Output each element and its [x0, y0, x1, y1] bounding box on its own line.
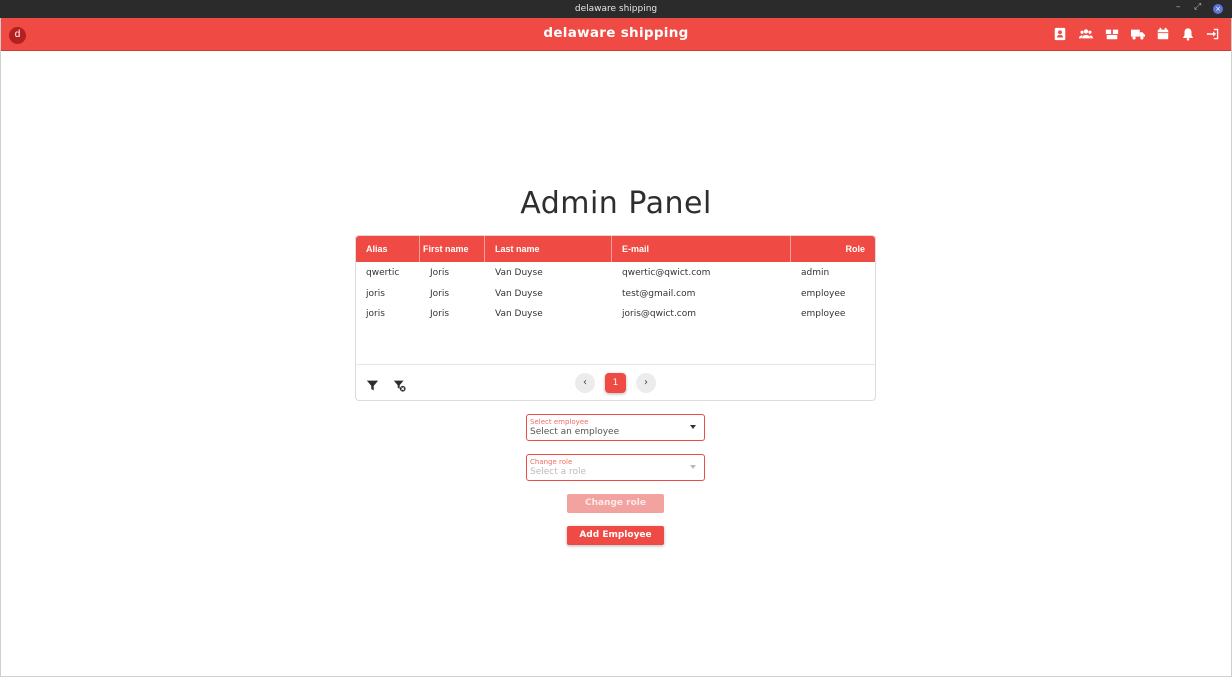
app-header: d delaware shipping: [0, 18, 1232, 51]
column-header-last-name[interactable]: Last name: [485, 236, 612, 262]
close-icon[interactable]: ×: [1213, 4, 1223, 14]
column-header-role[interactable]: Role: [791, 236, 875, 262]
cell-last-name: Van Duyse: [495, 289, 543, 299]
truck-icon[interactable]: [1130, 26, 1146, 42]
cell-email: qwertic@qwict.com: [622, 268, 711, 278]
cell-first-name: Joris: [430, 289, 450, 299]
window-title: delaware shipping: [574, 4, 658, 14]
cell-first-name: Joris: [430, 309, 450, 319]
maximize-icon[interactable]: ⤢: [1194, 2, 1201, 12]
add-employee-button[interactable]: Add Employee: [567, 526, 664, 545]
cell-email: joris@qwict.com: [622, 309, 697, 319]
column-header-first-name[interactable]: First name: [420, 236, 485, 262]
cell-last-name: Van Duyse: [495, 268, 543, 278]
calendar-icon[interactable]: [1155, 26, 1171, 42]
users-icon[interactable]: [1078, 26, 1094, 42]
bell-icon[interactable]: [1180, 26, 1196, 42]
filter-icon[interactable]: [366, 377, 380, 391]
role-select-label: Change role: [530, 458, 573, 466]
employee-select-value: Select an employee: [530, 427, 620, 437]
role-select[interactable]: Change role Select a role: [526, 454, 705, 481]
change-role-button[interactable]: Change role: [567, 494, 664, 513]
page-1-button[interactable]: 1: [605, 373, 626, 393]
page-title: Admin Panel: [520, 186, 712, 221]
cell-role: admin: [801, 268, 830, 278]
previous-page-button[interactable]: ‹: [575, 373, 595, 393]
employees-table: Alias First name Last name E-mail Role q…: [355, 235, 876, 401]
minimize-icon[interactable]: –: [1176, 2, 1181, 12]
cell-last-name: Van Duyse: [495, 309, 543, 319]
column-header-email[interactable]: E-mail: [612, 236, 791, 262]
table-row[interactable]: qwertic Joris Van Duyse qwertic@qwict.co…: [356, 263, 875, 283]
cell-alias: joris: [366, 289, 385, 299]
table-footer: ‹ 1 ›: [356, 364, 875, 400]
app-title: delaware shipping: [543, 25, 689, 41]
role-select-placeholder: Select a role: [530, 467, 587, 477]
chevron-down-icon: [690, 425, 696, 429]
cell-alias: joris: [366, 309, 385, 319]
boxes-icon[interactable]: [1104, 26, 1120, 42]
column-header-alias[interactable]: Alias: [356, 236, 420, 262]
table-header: Alias First name Last name E-mail Role: [356, 236, 875, 262]
clear-filter-icon[interactable]: [393, 377, 407, 392]
table-row[interactable]: joris Joris Van Duyse test@gmail.com emp…: [356, 284, 875, 304]
chevron-down-icon: [690, 465, 696, 469]
cell-role: employee: [801, 289, 846, 299]
cell-role: employee: [801, 309, 846, 319]
cell-first-name: Joris: [430, 268, 450, 278]
employee-select[interactable]: Select employee Select an employee: [526, 414, 705, 441]
cell-email: test@gmail.com: [622, 289, 696, 299]
logout-icon[interactable]: [1205, 26, 1221, 42]
next-page-button[interactable]: ›: [636, 373, 656, 393]
contact-card-icon[interactable]: [1052, 26, 1068, 42]
os-title-bar: delaware shipping – ⤢ ×: [0, 0, 1232, 18]
table-row[interactable]: joris Joris Van Duyse joris@qwict.com em…: [356, 304, 875, 324]
cell-alias: qwertic: [366, 268, 400, 278]
employee-select-label: Select employee: [530, 418, 589, 426]
